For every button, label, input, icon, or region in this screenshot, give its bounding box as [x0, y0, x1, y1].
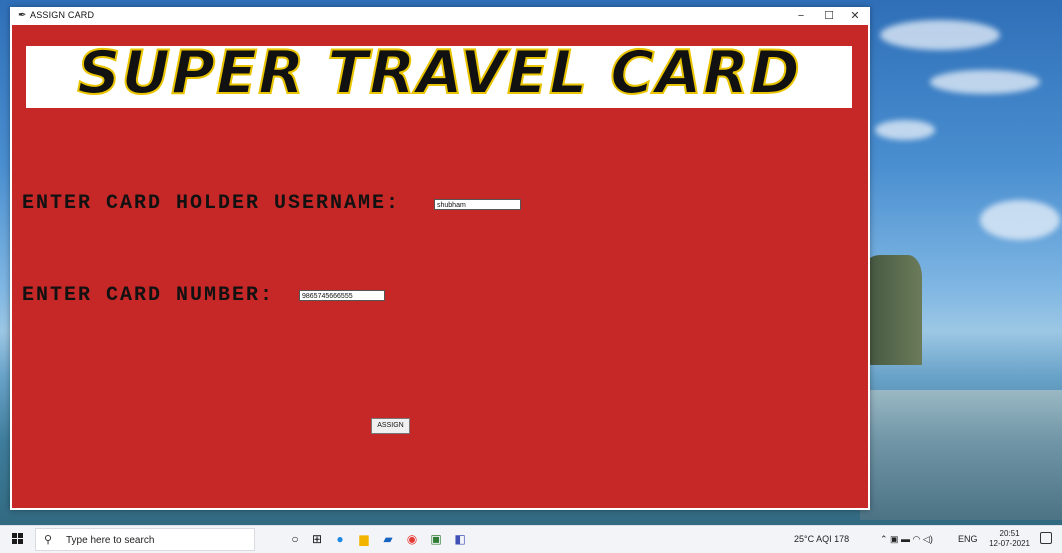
username-input[interactable]: shubham — [434, 199, 521, 210]
card-number-label: ENTER CARD NUMBER: — [22, 284, 275, 307]
clock-time: 20:51 — [999, 529, 1020, 538]
mail-icon[interactable]: ▰ — [380, 531, 396, 547]
clock-date: 12-07-2021 — [989, 539, 1030, 548]
feather-icon: ✒ — [18, 10, 27, 21]
tray-icons[interactable]: ⌃ ▣ ▬ ◠ ◁) — [880, 534, 933, 545]
cloud — [875, 120, 935, 140]
search-placeholder: Type here to search — [66, 535, 155, 546]
cloud — [930, 70, 1040, 94]
cloud — [980, 200, 1060, 240]
weather-text[interactable]: 25°C AQI 178 — [794, 534, 849, 544]
python-icon[interactable]: ◧ — [452, 531, 468, 547]
search-icon: ⚲ — [44, 534, 53, 546]
edge-icon[interactable]: ● — [332, 531, 348, 547]
cloud — [880, 20, 1000, 50]
chrome-icon[interactable]: ◉ — [404, 531, 420, 547]
assign-button[interactable]: ASSIGN — [371, 418, 410, 434]
banner: SUPER TRAVEL CARD — [26, 46, 852, 108]
clock[interactable]: 20:51 12-07-2021 — [989, 529, 1030, 549]
photos-icon[interactable]: ▣ — [428, 531, 444, 547]
minimize-button[interactable]: − — [788, 7, 814, 25]
task-view-icon[interactable]: ○ — [287, 531, 303, 547]
taskbar-search[interactable]: ⚲ Type here to search — [35, 528, 255, 551]
window-client-area: SUPER TRAVEL CARD ENTER CARD HOLDER USER… — [12, 25, 868, 508]
widgets-icon[interactable]: ⊞ — [309, 531, 325, 547]
taskbar: ⚲ Type here to search ○ ⊞ ● ▆ ▰ ◉ ▣ ◧ 25… — [0, 525, 1062, 553]
card-number-input[interactable]: 9865745666555 — [299, 290, 385, 301]
notification-icon[interactable] — [1040, 532, 1052, 544]
username-label: ENTER CARD HOLDER USERNAME: — [22, 192, 401, 215]
maximize-button[interactable]: ☐ — [816, 7, 842, 25]
close-button[interactable]: ✕ — [842, 7, 868, 25]
start-icon[interactable] — [12, 533, 24, 545]
beach — [860, 390, 1062, 520]
assign-card-window: ✒ ASSIGN CARD − ☐ ✕ SUPER TRAVEL CARD EN… — [10, 7, 870, 510]
file-explorer-icon[interactable]: ▆ — [356, 531, 372, 547]
language-indicator[interactable]: ENG — [958, 534, 978, 544]
window-title: ASSIGN CARD — [30, 10, 95, 20]
title-bar[interactable]: ✒ ASSIGN CARD − ☐ ✕ — [10, 7, 870, 25]
banner-title: SUPER TRAVEL CARD — [76, 46, 801, 108]
